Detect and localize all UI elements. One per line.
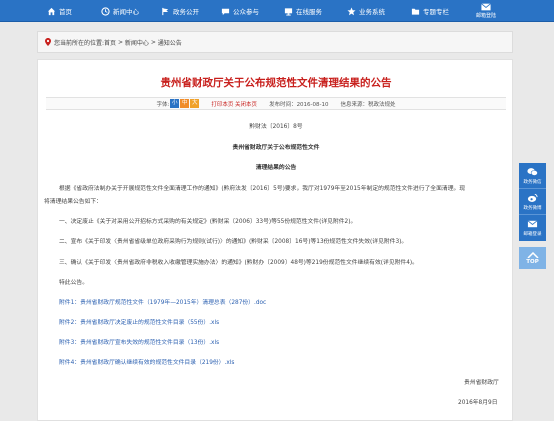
wechat-icon <box>527 167 538 176</box>
paragraph-4: 三、确认《关于印发〈贵州省政府非税收入收缴管理实施办法〉的通知》(黔财办〔200… <box>59 260 418 266</box>
font-medium-button[interactable]: 中 <box>180 99 190 108</box>
nav-news-label: 新闻中心 <box>113 8 139 16</box>
nav-home-label: 首页 <box>59 8 72 16</box>
mail-icon <box>527 220 538 228</box>
article-title: 贵州省财政厅关于公布规范性文件清理结果的公告 <box>160 77 392 89</box>
top-nav: 首页 新闻中心 政务公开 公众参与 在线服务 业务系统 专题专栏 邮箱登陆 <box>0 0 554 22</box>
nav-public[interactable]: 公众参与 <box>221 0 259 22</box>
wechat-label: 政务微信 <box>523 179 542 185</box>
doc-subtitle: 贵州省财政厅关于公布规范性文件 <box>232 145 320 151</box>
breadcrumb-home[interactable]: 首页 <box>104 38 116 47</box>
font-small-button[interactable]: 小 <box>170 99 180 108</box>
nav-home[interactable]: 首页 <box>47 0 72 22</box>
publish-date: 发布时间：2016-08-10 <box>269 101 329 108</box>
nav-special-label: 专题专栏 <box>423 8 449 16</box>
nav-news[interactable]: 新闻中心 <box>101 0 139 22</box>
nav-special[interactable]: 专题专栏 <box>411 0 449 22</box>
news-icon <box>101 6 110 16</box>
paragraph-2: 一、决定废止《关于对采用公开招标方式采购的有关规定》(黔财采〔2006〕33号)… <box>59 219 357 225</box>
sign-date: 2016年8月9日 <box>458 400 498 406</box>
article: 贵州省财政厅关于公布规范性文件清理结果的公告 字体: 小 中 大 打印本页 关闭… <box>37 59 513 421</box>
flag-icon <box>161 7 170 16</box>
print-close-links[interactable]: 打印本页 关闭本页 <box>211 100 257 108</box>
breadcrumb-sep: > <box>148 38 158 46</box>
attachment-link-1[interactable]: 附件1：贵州省财政厅规范性文件（1979年—2015年）清理总表（287份）.d… <box>59 297 266 306</box>
back-to-top-label: TOP <box>526 258 539 265</box>
nav-public-label: 公众参与 <box>233 8 259 16</box>
side-float-panel: 政务微信 政务微博 邮箱登录 <box>519 163 546 241</box>
mail-icon <box>481 3 491 11</box>
star-icon <box>347 6 356 16</box>
nav-business[interactable]: 业务系统 <box>347 0 385 22</box>
wechat-button[interactable]: 政务微信 <box>519 163 546 189</box>
info-source: 信息来源：税政法规处 <box>340 101 396 108</box>
nav-business-label: 业务系统 <box>359 8 385 16</box>
mail-login-label: 邮箱登陆 <box>475 13 496 19</box>
weibo-label: 政务微博 <box>523 205 542 211</box>
weibo-icon <box>527 193 538 202</box>
breadcrumb-notice[interactable]: 通知公告 <box>158 38 182 47</box>
nav-online[interactable]: 在线服务 <box>284 0 322 22</box>
mail-login-button[interactable]: 邮箱登陆 <box>470 0 502 22</box>
font-large-button[interactable]: 大 <box>190 99 200 108</box>
mail-button[interactable]: 邮箱登录 <box>519 215 546 241</box>
nav-gov-open[interactable]: 政务公开 <box>161 0 199 22</box>
signature: 贵州省财政厅 <box>464 380 499 386</box>
back-to-top-button[interactable]: TOP <box>519 247 546 269</box>
attachment-link-4[interactable]: 附件4：贵州省财政厅确认继续有效的规范性文件目录（219份）.xls <box>59 357 234 366</box>
attachment-link-2[interactable]: 附件2：贵州省财政厅决定废止的规范性文件目录（55份）.xls <box>59 317 219 326</box>
article-meta: 字体: 小 中 大 打印本页 关闭本页 发布时间：2016-08-10 信息来源… <box>46 97 506 110</box>
monitor-icon <box>284 7 293 16</box>
paragraph-3: 二、宣布《关于印发〈贵州省省级单位政府采购行为规则(试行)〉的通知》(黔财采〔2… <box>59 239 408 245</box>
paragraph-5: 特此公告。 <box>59 280 88 286</box>
home-icon <box>47 7 56 16</box>
nav-gov-open-label: 政务公开 <box>173 8 199 16</box>
paragraph-1-cont: 将清理结果公告如下： <box>44 199 102 205</box>
font-size-label: 字体: <box>156 101 170 108</box>
nav-online-label: 在线服务 <box>296 8 322 16</box>
location-pin-icon <box>45 38 51 46</box>
attachment-link-3[interactable]: 附件3：贵州省财政厅宣布失效的规范性文件目录（13份）.xls <box>59 337 219 346</box>
breadcrumb: 您当前所在的位置: 首页 > 新闻中心 > 通知公告 <box>37 31 513 53</box>
doc-number: 黔财法〔2016〕8号 <box>249 124 303 130</box>
breadcrumb-sep: > <box>116 38 125 46</box>
paragraph-1: 根据《省政府法制办关于开展规范性文件全面清理工作的通知》(黔府法发〔2016〕5… <box>59 186 466 192</box>
folder-icon <box>411 7 420 16</box>
arrow-up-icon <box>526 251 539 258</box>
doc-subtitle-2: 清理结果的公告 <box>255 165 297 171</box>
weibo-button[interactable]: 政务微博 <box>519 189 546 215</box>
mail-label: 邮箱登录 <box>523 232 542 237</box>
breadcrumb-prefix: 您当前所在的位置: <box>54 39 105 47</box>
breadcrumb-news[interactable]: 新闻中心 <box>125 38 149 47</box>
chat-icon <box>221 7 230 16</box>
